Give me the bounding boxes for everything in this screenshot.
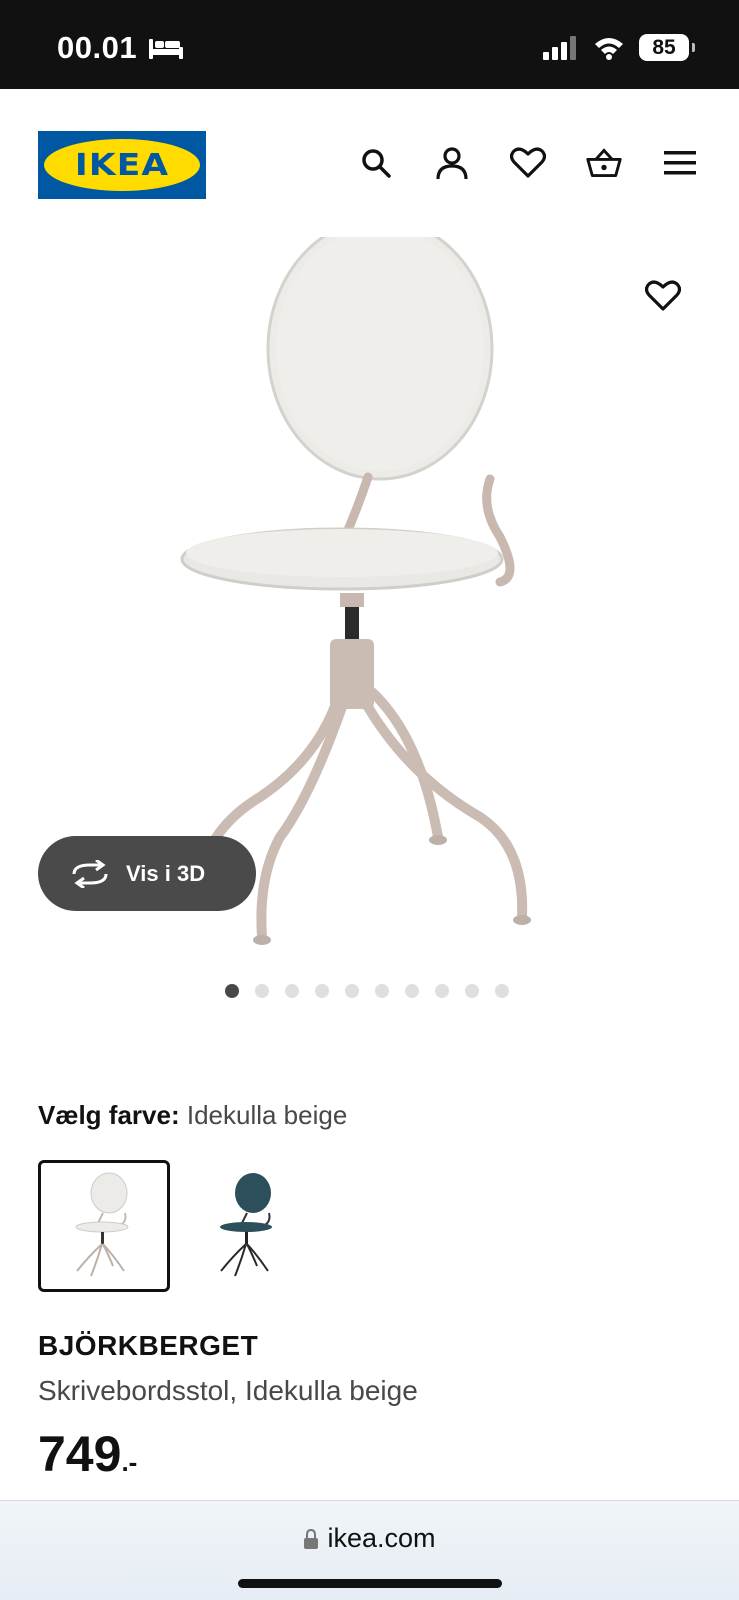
beige-chair-thumbnail (75, 1172, 129, 1277)
pagination-dot[interactable] (435, 984, 449, 998)
product-price: 749.- (38, 1425, 137, 1483)
status-time: 00.01 (57, 30, 138, 65)
lock-icon (304, 1528, 319, 1549)
pagination-dot[interactable] (255, 984, 269, 998)
pagination-dot[interactable] (345, 984, 359, 998)
url-display[interactable]: ikea.com (0, 1523, 739, 1554)
view-in-3d-button[interactable]: Vis i 3D (38, 836, 256, 911)
pagination-dot[interactable] (375, 984, 389, 998)
pagination-dot[interactable] (315, 984, 329, 998)
color-option-blue[interactable] (182, 1160, 314, 1292)
color-swatches (38, 1160, 314, 1292)
home-indicator[interactable] (238, 1579, 502, 1588)
url-text: ikea.com (327, 1523, 436, 1553)
add-to-favorites-button[interactable] (641, 274, 685, 318)
rotate-3d-icon (72, 859, 108, 888)
heart-icon (645, 280, 681, 311)
price-value: 749 (38, 1426, 122, 1482)
pagination-dot[interactable] (465, 984, 479, 998)
color-label-title: Vælg farve: (38, 1100, 180, 1130)
account-icon[interactable] (434, 145, 470, 181)
browser-address-bar[interactable]: ikea.com (0, 1500, 739, 1600)
site-header: IKEA ® (0, 89, 739, 229)
cellular-signal-icon (543, 35, 576, 60)
color-option-beige[interactable] (38, 1160, 170, 1292)
header-actions (358, 145, 698, 181)
status-bar: 00.01 85 (0, 0, 739, 89)
product-gallery[interactable]: Vis i 3D (0, 229, 739, 1029)
registered-mark: ® (188, 143, 194, 152)
menu-icon[interactable] (662, 145, 698, 181)
gallery-pagination (225, 984, 509, 998)
search-icon[interactable] (358, 145, 394, 181)
price-suffix: .- (121, 1447, 138, 1477)
product-name: BJÖRKBERGET (38, 1330, 259, 1361)
logo-oval: IKEA (44, 139, 200, 191)
pagination-dot[interactable] (495, 984, 509, 998)
battery-indicator: 85 (639, 34, 695, 61)
color-selector-label: Vælg farve: Idekulla beige (38, 1100, 347, 1131)
pagination-dot[interactable] (225, 984, 239, 998)
selected-color-name: Idekulla beige (186, 1100, 348, 1130)
ikea-logo[interactable]: IKEA ® (38, 131, 206, 199)
basket-icon[interactable] (586, 145, 622, 181)
sleep-focus-icon (149, 39, 183, 59)
favorites-heart-icon[interactable] (510, 145, 546, 181)
blue-chair-thumbnail (220, 1173, 272, 1277)
logo-text: IKEA (74, 147, 170, 183)
product-description: Skrivebordsstol, Idekulla beige (38, 1375, 418, 1406)
view-in-3d-label: Vis i 3D (126, 860, 206, 886)
wifi-icon (595, 37, 623, 60)
pagination-dot[interactable] (405, 984, 419, 998)
pagination-dot[interactable] (285, 984, 299, 998)
